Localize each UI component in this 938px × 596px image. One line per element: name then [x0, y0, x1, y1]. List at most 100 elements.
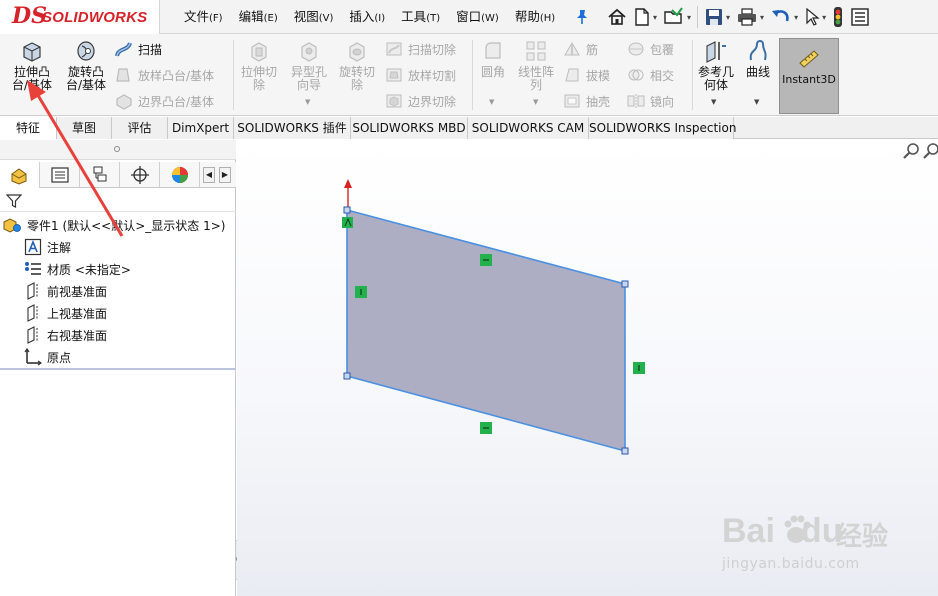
boundary-boss-icon [116, 94, 132, 110]
tab-feature-manager[interactable] [0, 162, 40, 188]
menu-file[interactable]: 文件(F) [176, 0, 231, 34]
tab-solidworks-addins[interactable]: SOLIDWORKS 插件 [234, 117, 351, 139]
solidworks-logo[interactable]: DS SOLIDWORKS [0, 0, 160, 34]
tree-item-front-plane[interactable]: 前视基准面 [24, 280, 107, 302]
tab-display-manager[interactable] [160, 162, 200, 188]
lofted-cut-label: 放样切割 [408, 68, 457, 83]
sketch-vertex[interactable] [343, 206, 351, 214]
tab-evaluate[interactable]: 评估 [112, 117, 168, 139]
extrude-boss-button[interactable]: 拉伸凸 台/基体 [8, 38, 56, 92]
tree-root-part[interactable]: 零件1 (默认<<默认>_显示状态 1>) [2, 214, 225, 236]
quick-access-toolbar: ▾ ▾ ▾ ▾ ▾ ▾ [604, 0, 875, 34]
sketch-parallelogram[interactable] [346, 208, 626, 453]
print-icon[interactable]: ▾ [733, 2, 767, 32]
tabs-scroll-left-icon[interactable]: ◀ [203, 167, 215, 183]
feature-tree-icon [11, 168, 26, 185]
save-dropdown-icon[interactable]: ▾ [726, 13, 730, 22]
menu-help[interactable]: 帮助(H) [507, 0, 563, 34]
loft-boss-label: 放样凸台/基体 [138, 68, 215, 83]
linear-pattern-label: 线性阵 列 [517, 65, 554, 92]
menu-insert[interactable]: 插入(I) [341, 0, 393, 34]
tree-item-right-plane[interactable]: 右视基准面 [24, 324, 107, 346]
tree-rollback-bar[interactable] [0, 368, 236, 370]
draft-icon [565, 68, 579, 82]
intersect-icon [628, 69, 644, 81]
tree-item-material[interactable]: 材质 <未指定> [24, 258, 131, 280]
dimxpert-manager-icon [130, 166, 149, 184]
swept-cut-button: 扫描切除 [384, 38, 456, 60]
tab-solidworks-mbd[interactable]: SOLIDWORKS MBD [351, 117, 468, 139]
undo-icon[interactable]: ▾ [767, 2, 801, 32]
new-document-icon[interactable]: ▾ [630, 2, 660, 32]
tree-item-top-plane[interactable]: 上视基准面 [24, 302, 107, 324]
menu-window[interactable]: 窗口(W) [448, 0, 507, 34]
tab-features[interactable]: 特征 [0, 117, 57, 139]
tab-dimxpert-manager[interactable] [120, 162, 160, 188]
tab-dimxpert[interactable]: DimXpert [168, 117, 234, 139]
revolve-boss-button[interactable]: 旋转凸 台/基体 [62, 38, 110, 92]
draft-button: 拔模 [562, 64, 610, 86]
tree-item-origin[interactable]: 原点 [24, 346, 71, 368]
options-icon[interactable] [847, 2, 875, 32]
home-icon[interactable] [604, 2, 630, 32]
logo-text: SOLIDWORKS [42, 9, 148, 26]
relation-coincident-icon[interactable] [342, 217, 353, 228]
relation-parallel-icon[interactable] [480, 422, 492, 434]
menu-accelerator: (V) [318, 13, 334, 24]
menu-accelerator: (W) [481, 13, 499, 24]
sweep-button[interactable]: 扫描 [114, 38, 162, 60]
sketch-vertex[interactable] [621, 447, 629, 455]
reference-geometry-button[interactable]: 参考几 何体 [694, 38, 738, 92]
mirror-label: 镜向 [650, 94, 675, 109]
shell-label: 抽壳 [586, 94, 611, 109]
curves-label: 曲线 [745, 65, 770, 79]
rebuild-traffic-light-icon[interactable] [829, 2, 847, 32]
tree-item-annotations[interactable]: 注解 [24, 236, 71, 258]
print-dropdown-icon[interactable]: ▾ [760, 13, 764, 22]
relation-vertical-icon[interactable] [633, 362, 645, 374]
reference-geometry-label: 参考几 何体 [697, 65, 734, 92]
curves-icon [749, 40, 767, 61]
select-arrow-icon[interactable]: ▾ [801, 2, 829, 32]
pin-menu-icon[interactable] [574, 8, 590, 26]
menu-view[interactable]: 视图(V) [286, 0, 342, 34]
panel-collapse-grip[interactable] [0, 140, 236, 160]
sketch-vertex[interactable] [343, 372, 351, 380]
sketch-vertex[interactable] [621, 280, 629, 288]
ribbon-group-separator [692, 40, 693, 110]
extrude-boss-icon [23, 42, 41, 62]
tree-item-label: 上视基准面 [47, 306, 108, 321]
swept-cut-label: 扫描切除 [408, 42, 457, 57]
tab-sketch[interactable]: 草图 [57, 117, 112, 139]
relation-vertical-icon[interactable] [355, 286, 367, 298]
tab-configuration-manager[interactable] [80, 162, 120, 188]
menu-edit[interactable]: 编辑(E) [231, 0, 286, 34]
tabs-scroll-right-icon[interactable]: ▶ [219, 167, 231, 183]
tab-property-manager[interactable] [40, 162, 80, 188]
instant3d-button[interactable]: Instant3D [779, 38, 839, 114]
curves-dropdown-icon[interactable]: ▼ [754, 98, 759, 106]
reference-geometry-dropdown-icon[interactable]: ▼ [711, 98, 716, 106]
save-icon[interactable]: ▾ [701, 2, 733, 32]
open-folder-icon[interactable]: ▾ [660, 2, 694, 32]
relation-parallel-icon[interactable] [480, 254, 492, 266]
select-dropdown-icon[interactable]: ▾ [822, 13, 826, 22]
feature-manager-panel: ◀ ▶ 零件1 (默认<<默认>_显示状态 1>) 注解 材质 <未指定> 前视… [0, 140, 236, 596]
open-dropdown-icon[interactable]: ▾ [687, 13, 691, 22]
new-dropdown-icon[interactable]: ▾ [653, 13, 657, 22]
command-manager-ribbon: 拉伸凸 台/基体 旋转凸 台/基体 扫描 放样凸台/基体 边界凸台/基体 拉伸切… [0, 34, 938, 116]
undo-dropdown-icon[interactable]: ▾ [794, 13, 798, 22]
origin-icon [24, 348, 42, 366]
wrap-button: 包覆 [626, 38, 674, 60]
menu-tools[interactable]: 工具(T) [393, 0, 448, 34]
tab-solidworks-inspection[interactable]: SOLIDWORKS Inspection [589, 117, 736, 139]
intersect-label: 相交 [650, 68, 675, 83]
menu-accelerator: (T) [426, 13, 441, 24]
menu-accelerator: (I) [374, 13, 386, 24]
tab-solidworks-cam[interactable]: SOLIDWORKS CAM [468, 117, 589, 139]
curves-button[interactable]: 曲线 [740, 38, 776, 79]
swept-cut-icon [386, 42, 402, 56]
plane-icon [27, 326, 38, 344]
filter-icon[interactable] [6, 193, 22, 209]
tree-item-label: 原点 [47, 350, 72, 365]
